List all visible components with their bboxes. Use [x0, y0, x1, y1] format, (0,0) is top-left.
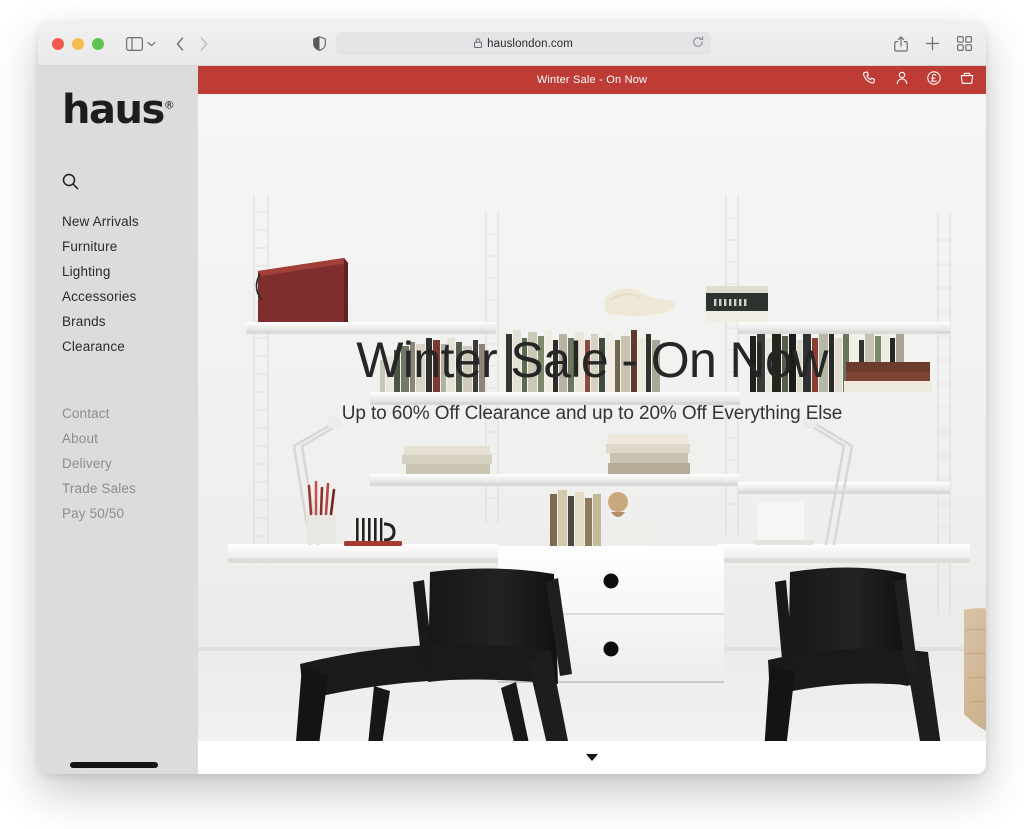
registered-trademark-icon: ®: [163, 98, 175, 112]
secondary-navigation: Contact About Delivery Trade Sales Pay 5…: [62, 401, 198, 526]
close-window-button[interactable]: [52, 37, 64, 50]
window-controls: [52, 37, 104, 50]
hero-scene-image: [198, 94, 986, 774]
search-icon[interactable]: [62, 173, 198, 195]
url-text: hauslondon.com: [487, 37, 573, 50]
hero-banner: Winter Sale - On Now Up to 60% Off Clear…: [198, 94, 986, 774]
reload-icon[interactable]: [692, 35, 704, 53]
privacy-report-icon[interactable]: [313, 36, 326, 51]
nav-item-about[interactable]: About: [62, 426, 198, 451]
nav-item-clearance[interactable]: Clearance: [62, 334, 198, 359]
sidebar-icon[interactable]: [126, 36, 143, 51]
nav-item-furniture[interactable]: Furniture: [62, 234, 198, 259]
scroll-down-button[interactable]: [198, 741, 986, 774]
hero-copy: Winter Sale - On Now Up to 60% Off Clear…: [198, 334, 986, 425]
announcement-text: Winter Sale - On Now: [536, 74, 648, 86]
site-main: Winter Sale - On Now Winter Sale - On No…: [198, 66, 986, 774]
sidebar-scrollbar[interactable]: [70, 762, 158, 768]
nav-item-pay-50-50[interactable]: Pay 50/50: [62, 501, 198, 526]
sidebar-toggle-group: [126, 36, 156, 51]
zoom-window-button[interactable]: [92, 37, 104, 50]
account-icon[interactable]: [896, 71, 908, 90]
site-logo-text: haus: [62, 87, 165, 133]
nav-item-delivery[interactable]: Delivery: [62, 451, 198, 476]
lock-icon: [474, 35, 483, 53]
web-page: haus® New Arrivals Furniture Lighting Ac…: [38, 66, 986, 774]
share-icon[interactable]: [894, 35, 908, 52]
forward-button[interactable]: [200, 36, 208, 51]
site-logo[interactable]: haus®: [62, 90, 175, 130]
currency-gbp-icon[interactable]: [927, 70, 941, 90]
nav-item-contact[interactable]: Contact: [62, 401, 198, 426]
nav-item-lighting[interactable]: Lighting: [62, 259, 198, 284]
url-input[interactable]: hauslondon.com: [336, 32, 711, 55]
primary-navigation: New Arrivals Furniture Lighting Accessor…: [62, 209, 198, 359]
nav-item-brands[interactable]: Brands: [62, 309, 198, 334]
nav-item-new-arrivals[interactable]: New Arrivals: [62, 209, 198, 234]
browser-window: hauslondon.com haus® New Arrivals Furnit…: [38, 22, 986, 774]
hero-subtitle: Up to 60% Off Clearance and up to 20% Of…: [341, 402, 843, 424]
chevron-down-icon: [586, 754, 598, 761]
minimize-window-button[interactable]: [72, 37, 84, 50]
basket-icon[interactable]: [960, 71, 974, 90]
tab-overview-icon[interactable]: [957, 36, 972, 51]
chevron-down-icon[interactable]: [147, 41, 156, 47]
utility-icons: [863, 66, 974, 94]
back-button[interactable]: [176, 36, 184, 51]
navigation-arrows: [176, 36, 208, 51]
plus-icon[interactable]: [925, 36, 940, 51]
nav-item-accessories[interactable]: Accessories: [62, 284, 198, 309]
phone-icon[interactable]: [863, 71, 877, 90]
browser-toolbar: hauslondon.com: [38, 22, 986, 66]
hero-title: Winter Sale - On Now: [356, 332, 828, 388]
toolbar-right-actions: [894, 35, 972, 52]
nav-item-trade-sales[interactable]: Trade Sales: [62, 476, 198, 501]
announcement-bar: Winter Sale - On Now: [198, 66, 986, 94]
site-sidebar: haus® New Arrivals Furniture Lighting Ac…: [38, 66, 198, 774]
